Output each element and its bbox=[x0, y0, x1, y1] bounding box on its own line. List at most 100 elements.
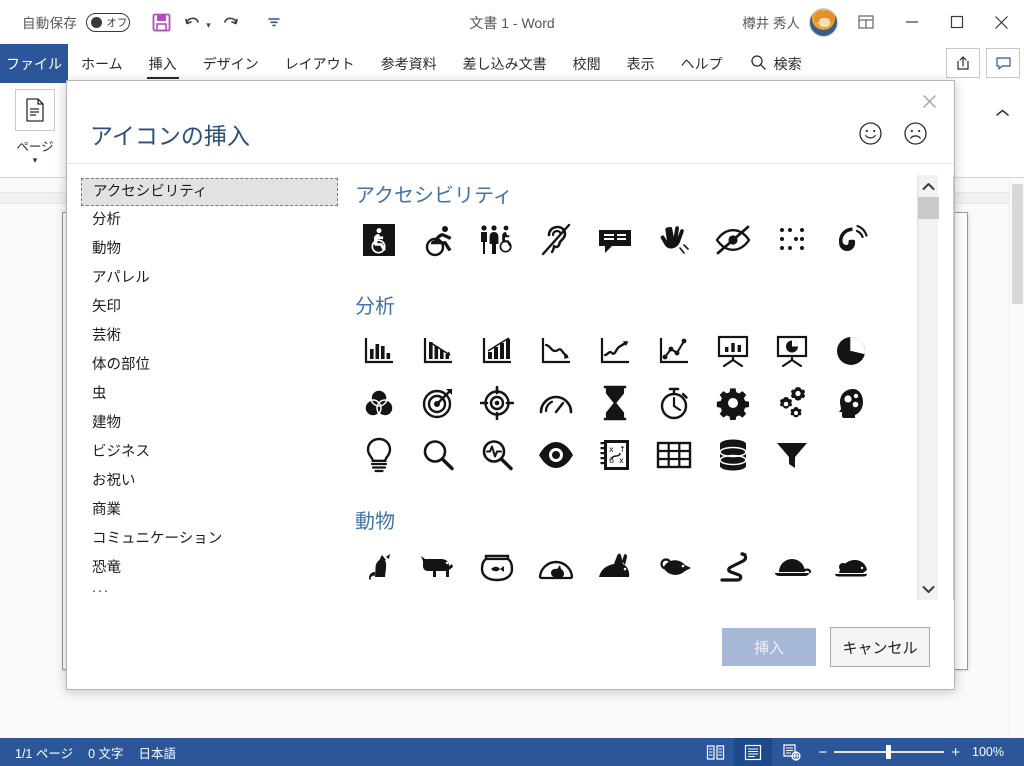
tab-mailings[interactable]: 差し込み文書 bbox=[450, 44, 560, 83]
rat-icon[interactable] bbox=[821, 540, 880, 592]
chevron-down-icon[interactable]: ▾ bbox=[6, 156, 64, 165]
language-status[interactable]: 日本語 bbox=[139, 743, 177, 762]
venn-diagram-icon[interactable] bbox=[349, 377, 408, 429]
ribbon-display-options-icon[interactable] bbox=[843, 0, 889, 44]
stopwatch-icon[interactable] bbox=[644, 377, 703, 429]
web-layout-icon[interactable] bbox=[772, 738, 810, 766]
hamster-wheel-icon[interactable] bbox=[526, 540, 585, 592]
zoom-in-button[interactable]: + bbox=[951, 745, 960, 760]
rabbit-icon[interactable] bbox=[585, 540, 644, 592]
tab-references[interactable]: 参考資料 bbox=[368, 44, 450, 83]
category-item-business[interactable]: ビジネス bbox=[81, 438, 338, 467]
share-icon[interactable] bbox=[946, 48, 980, 78]
strategy-notebook-icon[interactable]: x ↑ 6 x bbox=[585, 429, 644, 481]
table-grid-icon[interactable] bbox=[644, 429, 703, 481]
zoom-level[interactable]: 100% bbox=[972, 745, 1008, 759]
chevron-down-icon[interactable] bbox=[918, 578, 939, 600]
category-item-body-parts[interactable]: 体の部位 bbox=[81, 351, 338, 380]
smiley-sad-icon[interactable] bbox=[903, 121, 928, 151]
tab-design[interactable]: デザイン bbox=[190, 44, 272, 83]
category-item-dinosaurs[interactable]: 恐竜 bbox=[81, 554, 338, 583]
zoom-slider[interactable]: − + bbox=[818, 745, 960, 760]
read-mode-icon[interactable] bbox=[696, 738, 734, 766]
lightbulb-icon[interactable] bbox=[349, 429, 408, 481]
database-icon[interactable] bbox=[703, 429, 762, 481]
bar-chart-decline-icon[interactable] bbox=[408, 325, 467, 377]
magnifier-pulse-icon[interactable] bbox=[467, 429, 526, 481]
head-gears-icon[interactable] bbox=[821, 377, 880, 429]
avatar[interactable] bbox=[809, 7, 838, 37]
dialog-close-icon[interactable] bbox=[914, 87, 944, 115]
snake-icon[interactable] bbox=[703, 540, 762, 592]
gauge-icon[interactable] bbox=[526, 377, 585, 429]
mouse-icon[interactable] bbox=[644, 540, 703, 592]
tab-review[interactable]: 校閲 bbox=[560, 44, 614, 83]
gear-icon[interactable] bbox=[703, 377, 762, 429]
ribbon-collapse-icon[interactable] bbox=[995, 106, 1010, 121]
target-arrow-icon[interactable] bbox=[408, 377, 467, 429]
category-item-bugs[interactable]: 虫 bbox=[81, 380, 338, 409]
minimize-icon[interactable] bbox=[889, 0, 934, 44]
zoom-thumb[interactable] bbox=[886, 745, 892, 759]
category-list[interactable]: アクセシビリティ 分析 動物 アパレル 矢印 芸術 体の部位 虫 建物 ビジネス… bbox=[81, 178, 338, 598]
tab-file[interactable]: ファイル bbox=[0, 44, 68, 83]
wheelchair-sport-icon[interactable] bbox=[408, 214, 467, 266]
document-scroll-thumb[interactable] bbox=[1012, 184, 1023, 304]
hourglass-icon[interactable] bbox=[585, 377, 644, 429]
category-item-animals[interactable]: 動物 bbox=[81, 235, 338, 264]
tab-insert[interactable]: 挿入 bbox=[136, 44, 190, 83]
presentation-pie-icon[interactable] bbox=[762, 325, 821, 377]
icon-gallery[interactable]: アクセシビリティ 分析 x ↑ 6 x 動物 bbox=[349, 175, 934, 600]
crosshair-target-icon[interactable] bbox=[467, 377, 526, 429]
closed-caption-icon[interactable] bbox=[585, 214, 644, 266]
print-layout-icon[interactable] bbox=[734, 738, 773, 766]
category-item-arts[interactable]: 芸術 bbox=[81, 322, 338, 351]
line-chart-down-icon[interactable] bbox=[526, 325, 585, 377]
zoom-out-button[interactable]: − bbox=[818, 745, 827, 760]
bar-chart-growth-icon[interactable] bbox=[467, 325, 526, 377]
dialog-scrollbar[interactable] bbox=[917, 175, 939, 600]
line-chart-points-icon[interactable] bbox=[644, 325, 703, 377]
tab-home[interactable]: ホーム bbox=[68, 44, 136, 83]
page-icon[interactable] bbox=[15, 89, 55, 131]
cat-icon[interactable] bbox=[349, 540, 408, 592]
zoom-track[interactable] bbox=[834, 745, 945, 759]
phone-ringing-icon[interactable] bbox=[821, 214, 880, 266]
braille-icon[interactable] bbox=[762, 214, 821, 266]
eye-icon[interactable] bbox=[526, 429, 585, 481]
comment-icon[interactable] bbox=[986, 48, 1020, 78]
wheelchair-sign-icon[interactable] bbox=[349, 214, 408, 266]
dialog-scroll-thumb[interactable] bbox=[918, 197, 939, 219]
turtle-icon[interactable] bbox=[762, 540, 821, 592]
category-item-buildings[interactable]: 建物 bbox=[81, 409, 338, 438]
category-item-commerce[interactable]: 商業 bbox=[81, 496, 338, 525]
sign-language-icon[interactable] bbox=[644, 214, 703, 266]
category-item-communication[interactable]: コミュニケーション bbox=[81, 525, 338, 554]
user-account[interactable]: 樽井 秀人 bbox=[742, 0, 838, 44]
search-input[interactable]: 検索 bbox=[736, 44, 814, 83]
tab-view[interactable]: 表示 bbox=[614, 44, 668, 83]
document-scrollbar[interactable] bbox=[1009, 178, 1024, 740]
insert-button[interactable]: 挿入 bbox=[722, 628, 816, 666]
vision-impaired-icon[interactable] bbox=[703, 214, 762, 266]
gears-icon[interactable] bbox=[762, 377, 821, 429]
cancel-button[interactable]: キャンセル bbox=[830, 627, 930, 667]
dog-icon[interactable] bbox=[408, 540, 467, 592]
funnel-icon[interactable] bbox=[762, 429, 821, 481]
word-count[interactable]: 0 文字 bbox=[88, 743, 123, 762]
magnifier-icon[interactable] bbox=[408, 429, 467, 481]
page-info[interactable]: 1/1 ページ bbox=[15, 743, 73, 762]
category-item-analysis[interactable]: 分析 bbox=[81, 206, 338, 235]
category-item-accessibility[interactable]: アクセシビリティ bbox=[81, 178, 338, 206]
tab-layout[interactable]: レイアウト bbox=[272, 44, 368, 83]
tab-help[interactable]: ヘルプ bbox=[668, 44, 736, 83]
category-item-apparel[interactable]: アパレル bbox=[81, 264, 338, 293]
presentation-bar-icon[interactable] bbox=[703, 325, 762, 377]
hearing-impaired-icon[interactable] bbox=[526, 214, 585, 266]
chevron-up-icon[interactable] bbox=[918, 175, 939, 197]
fishbowl-icon[interactable] bbox=[467, 540, 526, 592]
line-chart-up-icon[interactable] bbox=[585, 325, 644, 377]
category-item-arrows[interactable]: 矢印 bbox=[81, 293, 338, 322]
category-item-celebration[interactable]: お祝い bbox=[81, 467, 338, 496]
restroom-accessible-icon[interactable] bbox=[467, 214, 526, 266]
